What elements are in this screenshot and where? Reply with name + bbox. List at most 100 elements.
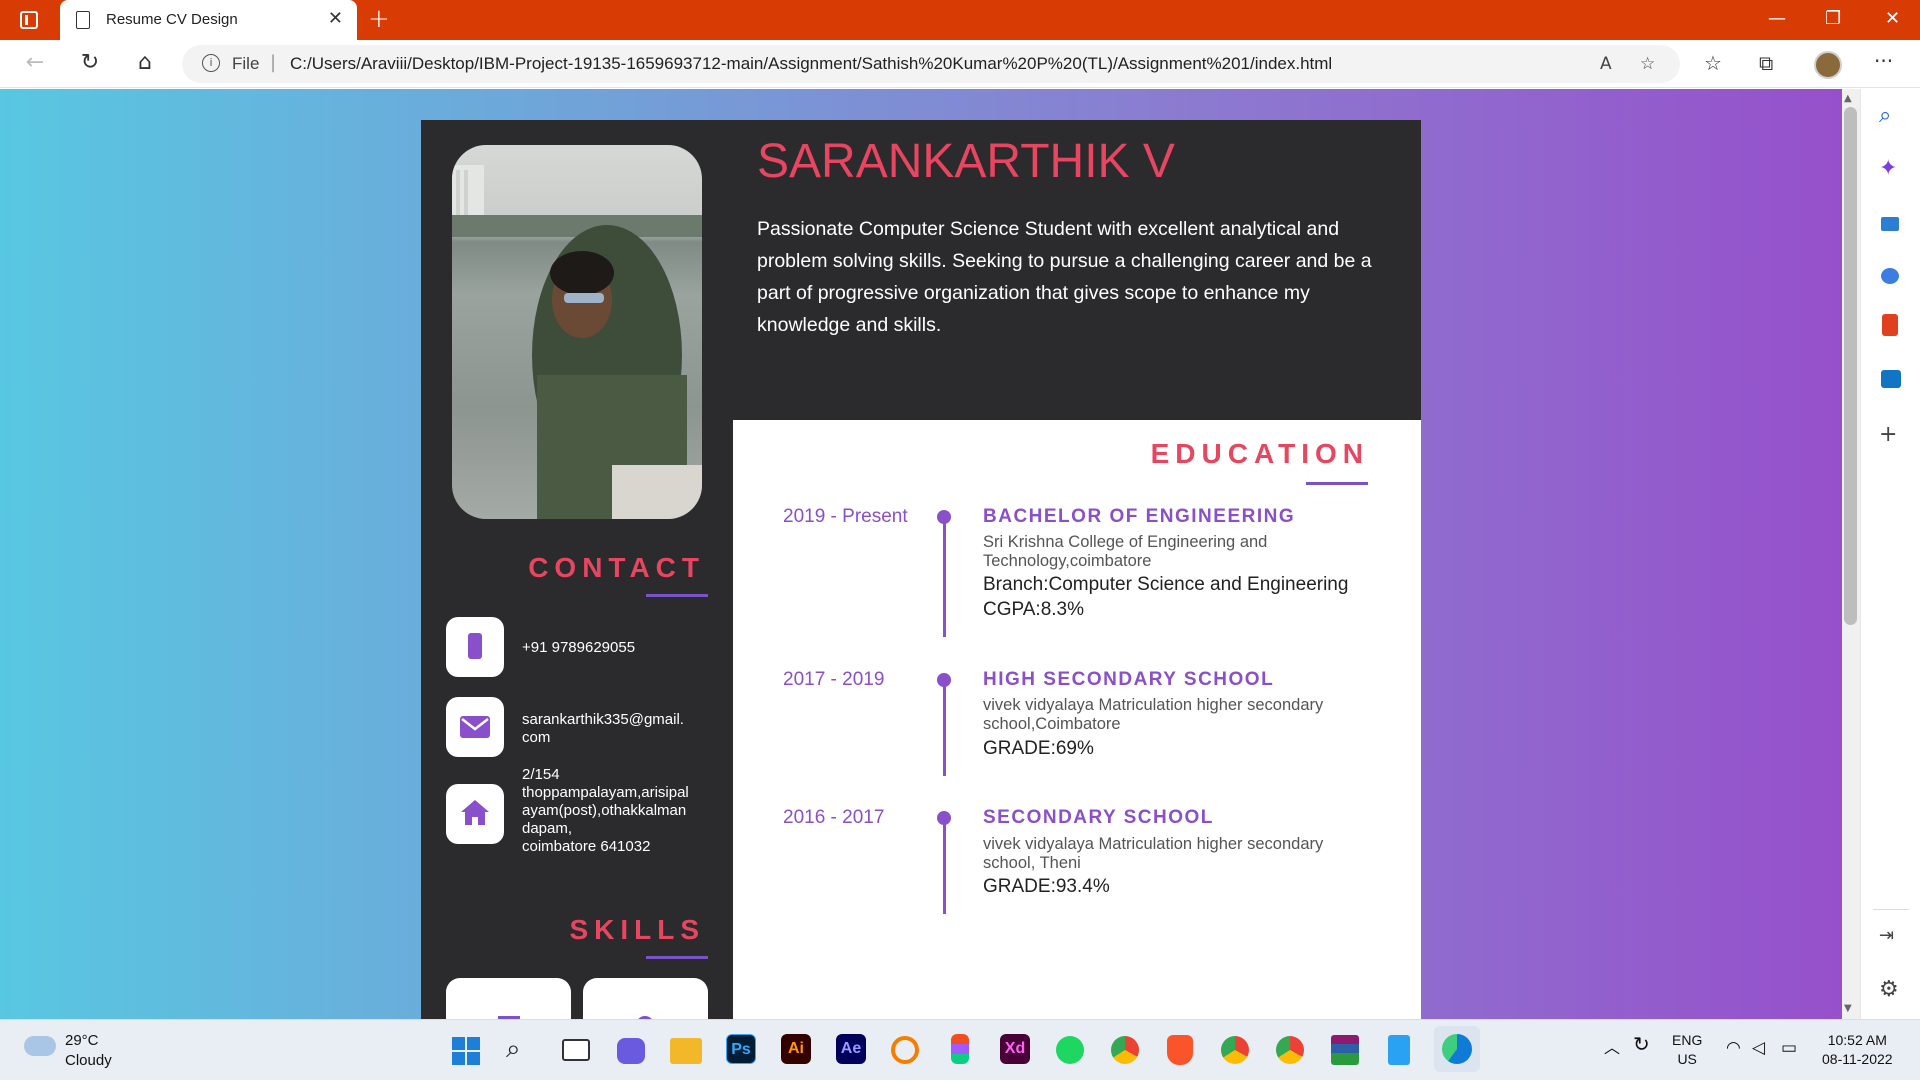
settings-gear-icon[interactable]: ⚙: [1879, 977, 1899, 1002]
contact-address-line2: thoppampalayam,arisipal: [522, 784, 689, 801]
restore-button[interactable]: ❐: [1825, 8, 1841, 29]
figma-icon[interactable]: [951, 1034, 969, 1064]
scroll-up-arrow[interactable]: ▲: [1844, 93, 1852, 104]
education-school: Sri Krishna College of Engineering and T…: [983, 533, 1268, 570]
scroll-down-arrow[interactable]: ▼: [1844, 1003, 1852, 1014]
collections-icon[interactable]: ⧉: [1759, 51, 1773, 75]
contact-underline: [646, 594, 708, 597]
browser-tab[interactable]: Resume CV Design ✕: [60, 0, 357, 40]
contact-address: 2/154 thoppampalayam,arisipal ayam(post)…: [522, 766, 722, 856]
notepad-icon[interactable]: [1388, 1035, 1410, 1065]
clock[interactable]: 10:52 AM 08-11-2022: [1822, 1031, 1893, 1069]
chrome-profile-icon[interactable]: [1276, 1036, 1304, 1064]
education-degree: HIGH SECONDARY SCHOOL: [983, 669, 1275, 690]
hide-sidebar-icon[interactable]: ⇥: [1879, 925, 1894, 946]
contact-email-line1: sarankarthik335@gmail.: [522, 711, 684, 728]
edge-taskbar-active[interactable]: [1434, 1026, 1480, 1072]
after-effects-icon[interactable]: Ae: [836, 1034, 866, 1064]
back-icon[interactable]: ←: [20, 50, 50, 75]
education-school: vivek vidyalaya Matriculation higher sec…: [983, 835, 1324, 872]
blender-icon[interactable]: [891, 1036, 919, 1064]
profile-avatar[interactable]: [1814, 51, 1842, 79]
education-underline: [1306, 482, 1368, 485]
timeline-line: [943, 683, 946, 776]
language-code: ENG: [1672, 1032, 1703, 1048]
outlook-icon[interactable]: [1881, 370, 1901, 388]
education-grade: GRADE:69%: [983, 738, 1094, 759]
sync-icon[interactable]: ↻: [1633, 1035, 1650, 1055]
chrome-profile-icon[interactable]: [1221, 1036, 1249, 1064]
refresh-icon[interactable]: ↻: [75, 50, 105, 75]
profile-photo: [452, 145, 702, 519]
spotify-icon[interactable]: [1056, 1036, 1084, 1064]
new-tab-button[interactable]: +: [368, 4, 390, 34]
education-cgpa: CGPA:8.3%: [983, 599, 1085, 620]
volume-icon[interactable]: ◁: [1752, 1038, 1765, 1057]
education-branch: Branch:Computer Science and Engineering: [983, 574, 1349, 595]
phone-icon: [446, 617, 504, 677]
skills-underline: [646, 956, 708, 959]
education-degree: SECONDARY SCHOOL: [983, 807, 1214, 828]
sidebar-divider: [1873, 909, 1909, 910]
weather-widget[interactable]: 29°C Cloudy: [65, 1031, 112, 1071]
browser-titlebar: Resume CV Design ✕ + — ❐ ✕: [0, 0, 1920, 40]
task-view-icon[interactable]: [562, 1039, 590, 1061]
skill-card: [446, 978, 571, 1019]
show-hidden-icons-chevron[interactable]: ︿: [1604, 1039, 1620, 1058]
search-icon[interactable]: ⌕: [1879, 103, 1891, 128]
discover-icon[interactable]: ✦: [1879, 156, 1897, 181]
minimize-button[interactable]: —: [1768, 8, 1786, 29]
illustrator-icon[interactable]: Ai: [781, 1034, 811, 1064]
file-explorer-icon[interactable]: [670, 1038, 702, 1064]
winrar-icon[interactable]: [1331, 1035, 1359, 1065]
file-label: File: [232, 54, 260, 73]
adobe-xd-icon[interactable]: Xd: [1000, 1034, 1030, 1064]
education-grade: GRADE:93.4%: [983, 876, 1110, 897]
chrome-icon[interactable]: [1111, 1036, 1139, 1064]
contact-address-line1: 2/154: [522, 766, 560, 783]
page-viewport: CONTACT +91 9789629055 sarankarthik335@g…: [0, 89, 1842, 1019]
windows-start-icon[interactable]: [452, 1037, 480, 1065]
read-aloud-icon[interactable]: A: [1600, 54, 1612, 74]
resume-card: CONTACT +91 9789629055 sarankarthik335@g…: [421, 120, 1421, 1019]
language-indicator[interactable]: ENG US: [1672, 1031, 1702, 1069]
taskbar-search-icon[interactable]: ⌕: [506, 1034, 521, 1065]
contact-address-line5: coimbatore 641032: [522, 838, 651, 855]
favorites-icon[interactable]: ☆: [1704, 51, 1722, 75]
tab-title: Resume CV Design: [106, 11, 238, 28]
teams-chat-icon[interactable]: [617, 1038, 645, 1064]
address-bar[interactable]: i File | C:/Users/Araviii/Desktop/IBM-Pr…: [182, 45, 1680, 83]
contact-email: sarankarthik335@gmail. com: [522, 711, 722, 747]
contact-address-line4: dapam,: [522, 820, 573, 837]
education-years: 2017 - 2019: [783, 669, 885, 690]
weather-desc: Cloudy: [65, 1052, 112, 1069]
resume-name: SARANKARTHIK V: [757, 135, 1175, 188]
close-window-button[interactable]: ✕: [1885, 8, 1900, 29]
wifi-icon[interactable]: ◠: [1726, 1038, 1741, 1057]
scrollbar-thumb[interactable]: [1844, 107, 1857, 625]
contact-heading: CONTACT: [528, 552, 705, 583]
brave-icon[interactable]: [1167, 1035, 1193, 1065]
tab-actions-icon[interactable]: [20, 11, 38, 29]
photoshop-icon[interactable]: Ps: [726, 1034, 756, 1064]
add-sidebar-item-icon[interactable]: +: [1879, 422, 1897, 447]
tools-icon[interactable]: [1881, 217, 1899, 231]
info-icon[interactable]: i: [202, 54, 220, 72]
timeline-line: [943, 821, 946, 914]
home-icon[interactable]: ⌂: [130, 50, 160, 75]
games-icon[interactable]: [1881, 268, 1899, 284]
favorite-add-icon[interactable]: ☆: [1640, 54, 1655, 74]
office-icon[interactable]: [1882, 314, 1898, 336]
tab-close-button[interactable]: ✕: [328, 8, 343, 29]
url-separator: |: [270, 52, 277, 73]
url-text[interactable]: C:/Users/Araviii/Desktop/IBM-Project-191…: [290, 54, 1332, 74]
resume-left-column: CONTACT +91 9789629055 sarankarthik335@g…: [421, 120, 733, 1019]
cloud-icon[interactable]: [24, 1036, 56, 1056]
more-menu-button[interactable]: ···: [1874, 49, 1893, 73]
timeline-line: [943, 520, 946, 637]
battery-icon[interactable]: ▭: [1781, 1038, 1797, 1057]
edge-icon: [1442, 1034, 1472, 1064]
home-address-icon: [446, 784, 504, 844]
weather-temp: 29°C: [65, 1032, 99, 1049]
envelope-icon: [446, 697, 504, 757]
